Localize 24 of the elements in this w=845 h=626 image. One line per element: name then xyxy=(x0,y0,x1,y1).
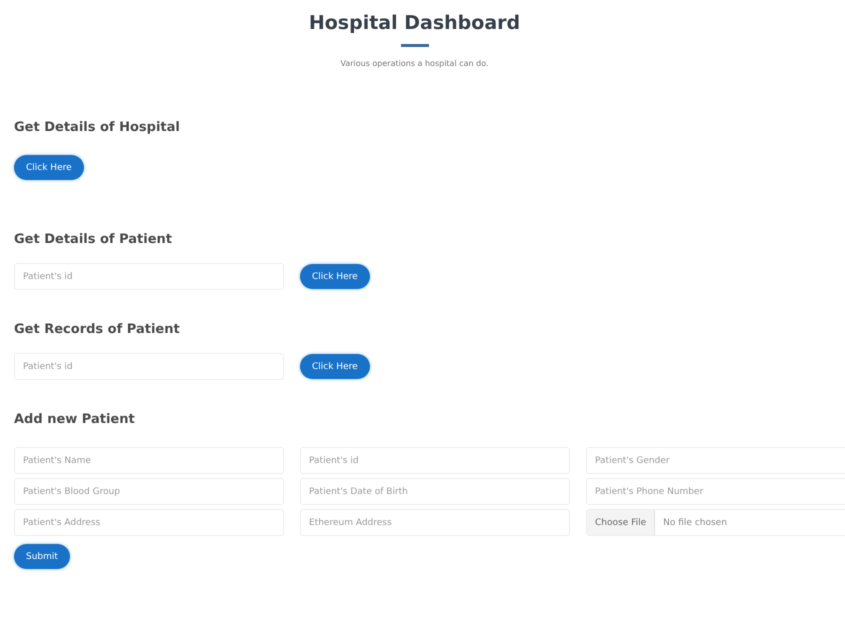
title-underline xyxy=(400,44,428,47)
file-status: No file chosen xyxy=(662,518,727,528)
input-field[interactable]: Patient's Blood Group xyxy=(14,478,284,505)
patient-id-field[interactable]: Patient's id xyxy=(14,353,284,380)
patient-id-field[interactable]: Patient's id xyxy=(14,263,284,290)
section-heading: Get Details of Hospital xyxy=(14,120,181,135)
click-here-button[interactable]: Click Here xyxy=(14,155,84,180)
submit-button[interactable]: Submit xyxy=(14,544,70,569)
input-field[interactable]: Patient's Phone Number xyxy=(586,478,845,505)
input-field[interactable]: Ethereum Address xyxy=(300,509,570,536)
click-here-button[interactable]: Click Here xyxy=(300,264,370,289)
click-here-button[interactable]: Click Here xyxy=(300,354,370,379)
page-title: Hospital Dashboard xyxy=(308,12,520,34)
input-field[interactable]: Patient's Name xyxy=(14,447,284,474)
page-subtitle: Various operations a hospital can do. xyxy=(340,59,489,68)
section-heading: Get Details of Patient xyxy=(14,232,174,247)
input-field[interactable]: Patient's Gender xyxy=(586,447,845,474)
section-heading: Get Records of Patient xyxy=(14,322,181,337)
file-field[interactable]: Choose File No file chosen xyxy=(586,509,845,536)
input-field[interactable]: Patient's Address xyxy=(14,509,284,536)
section-heading: Add new Patient xyxy=(14,412,136,427)
choose-file-button[interactable]: Choose File xyxy=(587,510,656,535)
input-field[interactable]: Patient's id xyxy=(300,447,570,474)
input-field[interactable]: Patient's Date of Birth xyxy=(300,478,570,505)
